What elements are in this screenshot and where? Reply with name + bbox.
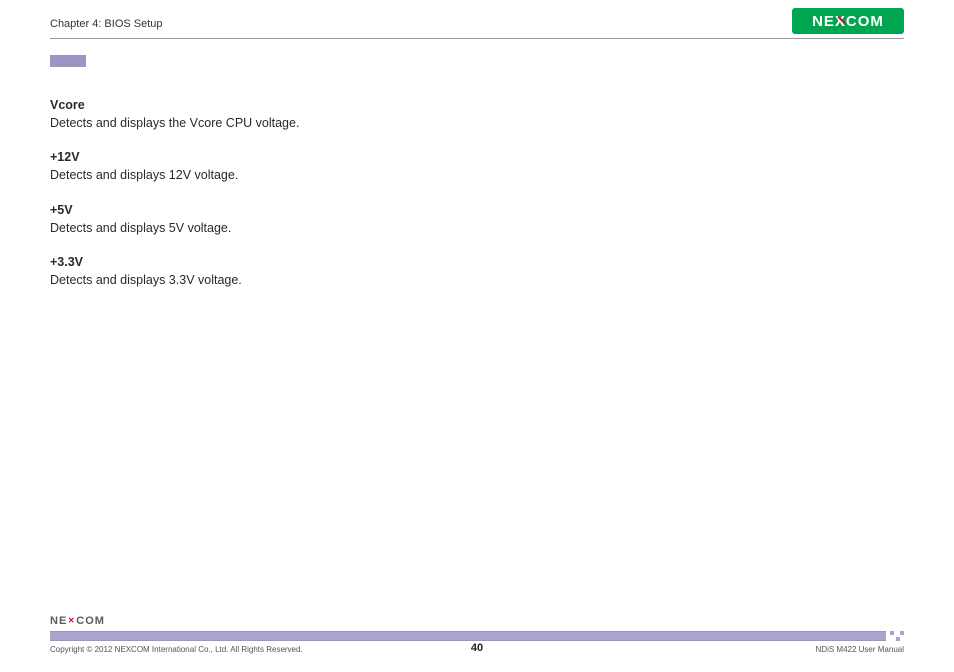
nexcom-logo-top: NEXCOM xyxy=(792,8,904,34)
document-reference: NDiS M422 User Manual xyxy=(816,645,904,654)
nexcom-logo-icon: NEXCOM xyxy=(792,8,904,34)
chapter-title: Chapter 4: BIOS Setup xyxy=(50,18,163,30)
section-title: +12V xyxy=(50,148,480,166)
nexcom-logo-footer: NECOM xyxy=(50,611,105,629)
section-desc: Detects and displays 12V voltage. xyxy=(50,168,238,182)
section-5v: +5V Detects and displays 5V voltage. xyxy=(50,201,480,237)
header-accent-block xyxy=(50,55,86,67)
section-3p3v: +3.3V Detects and displays 3.3V voltage. xyxy=(50,253,480,289)
section-desc: Detects and displays 3.3V voltage. xyxy=(50,273,242,287)
section-vcore: Vcore Detects and displays the Vcore CPU… xyxy=(50,96,480,132)
section-title: +5V xyxy=(50,201,480,219)
page-content: Vcore Detects and displays the Vcore CPU… xyxy=(50,96,480,305)
page-number: 40 xyxy=(0,642,954,654)
section-desc: Detects and displays the Vcore CPU volta… xyxy=(50,116,299,130)
header-divider xyxy=(50,38,904,39)
nexcom-logo-small-icon: NECOM xyxy=(50,615,105,627)
section-desc: Detects and displays 5V voltage. xyxy=(50,221,231,235)
page-header: Chapter 4: BIOS Setup xyxy=(50,14,904,40)
section-title: +3.3V xyxy=(50,253,480,271)
section-12v: +12V Detects and displays 12V voltage. xyxy=(50,148,480,184)
footer-squares-icon xyxy=(886,631,904,641)
section-title: Vcore xyxy=(50,96,480,114)
footer-accent-bar xyxy=(50,631,904,641)
